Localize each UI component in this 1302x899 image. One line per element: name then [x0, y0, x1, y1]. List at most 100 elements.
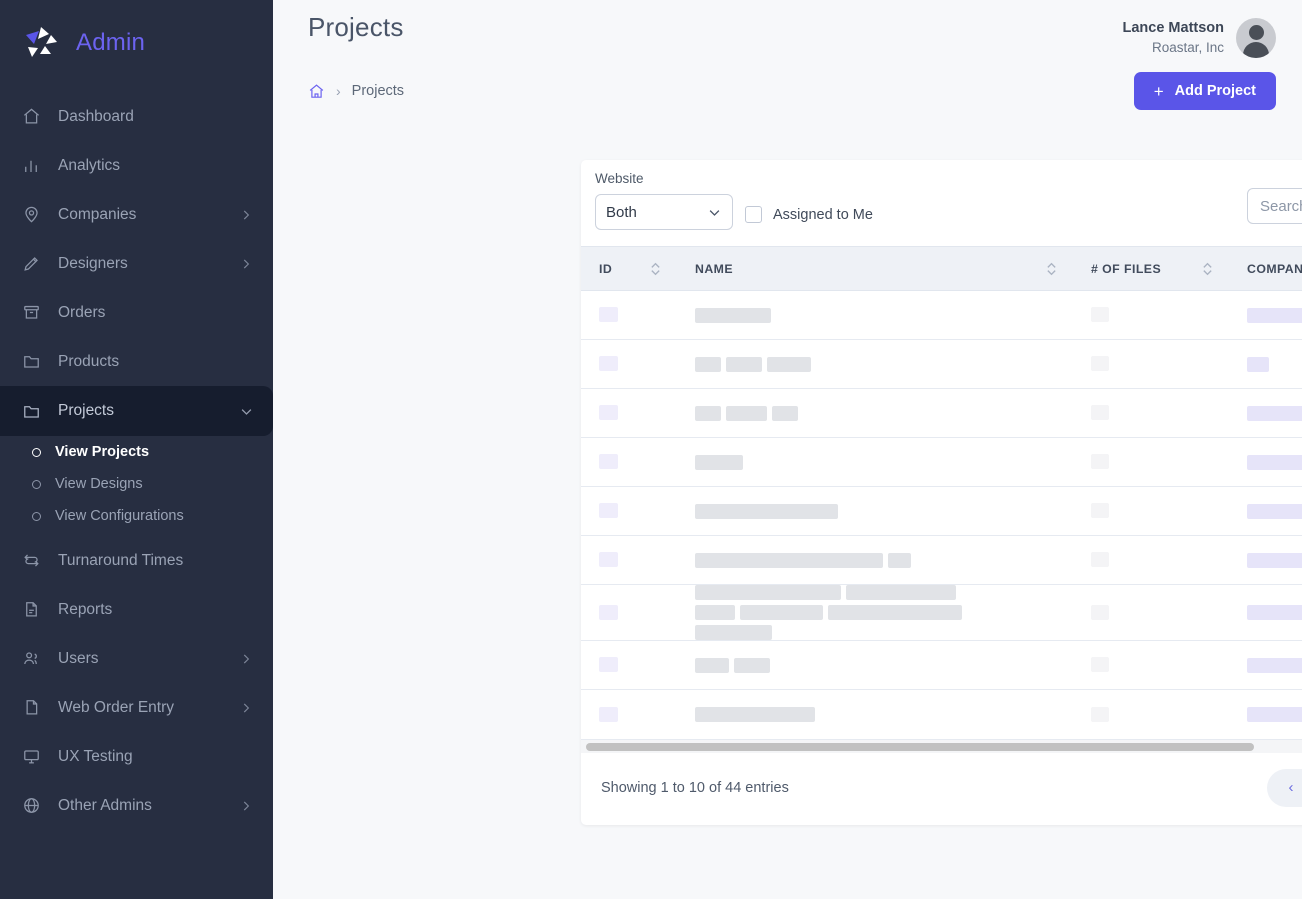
table-row[interactable] [581, 641, 1302, 690]
redacted-value [695, 553, 883, 568]
sidebar-subitem-view-configurations[interactable]: View Configurations [0, 500, 273, 532]
add-project-button[interactable]: + Add Project [1134, 72, 1276, 110]
file-icon [20, 697, 42, 719]
sidebar-item-companies[interactable]: Companies [0, 190, 273, 239]
redacted-value [599, 707, 618, 722]
sidebar-item-label: Turnaround Times [58, 552, 253, 570]
redacted-value [599, 405, 618, 420]
page-title: Projects [308, 12, 404, 43]
cell-id [581, 536, 677, 585]
cell-id [581, 291, 677, 340]
cell-name [677, 690, 1073, 739]
column-label: ID [599, 262, 612, 276]
table-row[interactable] [581, 340, 1302, 389]
redacted-value [695, 357, 721, 372]
sidebar-item-designers[interactable]: Designers [0, 239, 273, 288]
column-header-name[interactable]: NAME [677, 247, 1073, 291]
cell-id [581, 340, 677, 389]
table-row[interactable] [581, 487, 1302, 536]
redacted-value [1091, 552, 1109, 567]
assigned-to-me-filter[interactable]: Assigned to Me [745, 206, 873, 230]
table-header-row: ID NAME [581, 247, 1302, 291]
sidebar-item-orders[interactable]: Orders [0, 288, 273, 337]
cell-number-of-files [1073, 389, 1229, 438]
search-input[interactable] [1247, 188, 1302, 224]
sidebar-item-products[interactable]: Products [0, 337, 273, 386]
redacted-value [1091, 657, 1109, 672]
redacted-value [695, 455, 743, 470]
table-row[interactable] [581, 389, 1302, 438]
map-pin-icon [20, 204, 42, 226]
sidebar-item-other-admins[interactable]: Other Admins [0, 781, 273, 830]
website-select[interactable]: Both [595, 194, 733, 230]
cell-name [677, 536, 1073, 585]
table-row[interactable] [581, 536, 1302, 585]
avatar[interactable] [1236, 18, 1276, 58]
cell-number-of-files [1073, 690, 1229, 739]
table-row[interactable] [581, 438, 1302, 487]
cell-number-of-files [1073, 487, 1229, 536]
redacted-value [599, 657, 618, 672]
table-head: ID NAME [581, 247, 1302, 291]
redacted-value [599, 605, 618, 620]
redacted-value [1247, 406, 1302, 421]
redacted-value [772, 406, 798, 421]
table-row[interactable] [581, 585, 1302, 641]
redacted-value [740, 605, 823, 620]
sidebar-subitem-view-designs[interactable]: View Designs [0, 468, 273, 500]
brand[interactable]: Admin [0, 0, 273, 86]
brand-name: Admin [76, 29, 145, 57]
sidebar-item-users[interactable]: Users [0, 634, 273, 683]
file-text-icon [20, 599, 42, 621]
redacted-value [695, 585, 841, 600]
table-row[interactable] [581, 690, 1302, 739]
table-body [581, 291, 1302, 739]
sidebar-item-projects[interactable]: Projects [0, 386, 273, 436]
cell-company [1229, 641, 1302, 690]
home-icon[interactable] [308, 83, 325, 100]
sidebar-subitem-view-projects[interactable]: View Projects [0, 436, 273, 468]
sidebar-item-analytics[interactable]: Analytics [0, 141, 273, 190]
redacted-value [1247, 605, 1302, 620]
cell-name [677, 585, 1073, 641]
cell-number-of-files [1073, 291, 1229, 340]
sidebar-item-dashboard[interactable]: Dashboard [0, 92, 273, 141]
user-name: Lance Mattson [1122, 19, 1224, 39]
cell-number-of-files [1073, 340, 1229, 389]
cell-company [1229, 690, 1302, 739]
column-header-company[interactable]: COMPANY [1229, 247, 1302, 291]
redacted-value [695, 625, 772, 640]
pagination-prev[interactable]: ‹ [1273, 769, 1302, 807]
sidebar-item-label: Web Order Entry [58, 699, 239, 717]
sidebar: Admin Dashboard Analytics Companies [0, 0, 273, 899]
sidebar-item-web-order-entry[interactable]: Web Order Entry [0, 683, 273, 732]
filters-bar: Website Both Assigned to Me [581, 160, 1302, 246]
redacted-value [888, 553, 911, 568]
sidebar-item-reports[interactable]: Reports [0, 585, 273, 634]
sort-icon[interactable] [1046, 262, 1057, 276]
column-header-number-of-files[interactable]: # OF FILES [1073, 247, 1229, 291]
redacted-value [726, 406, 767, 421]
column-label: NAME [695, 262, 733, 276]
user-menu[interactable]: Lance Mattson Roastar, Inc [1122, 12, 1276, 58]
scrollbar-thumb[interactable] [586, 743, 1254, 751]
redacted-value [599, 503, 618, 518]
sort-icon[interactable] [1202, 262, 1213, 276]
cell-id [581, 438, 677, 487]
sort-icon[interactable] [650, 262, 661, 276]
redacted-value [1247, 504, 1302, 519]
redacted-value [695, 406, 721, 421]
sidebar-item-ux-testing[interactable]: UX Testing [0, 732, 273, 781]
breadcrumb-current[interactable]: Projects [352, 83, 404, 99]
bullet-icon [32, 480, 41, 489]
cell-id [581, 487, 677, 536]
table-row[interactable] [581, 291, 1302, 340]
website-select-wrap[interactable]: Both [595, 194, 733, 230]
sidebar-item-label: Projects [58, 402, 239, 420]
column-header-id[interactable]: ID [581, 247, 677, 291]
assigned-to-me-checkbox[interactable] [745, 206, 762, 223]
sidebar-item-label: Other Admins [58, 797, 239, 815]
sidebar-nav: Dashboard Analytics Companies [0, 92, 273, 830]
sidebar-item-turnaround-times[interactable]: Turnaround Times [0, 536, 273, 585]
horizontal-scrollbar[interactable] [581, 739, 1302, 753]
